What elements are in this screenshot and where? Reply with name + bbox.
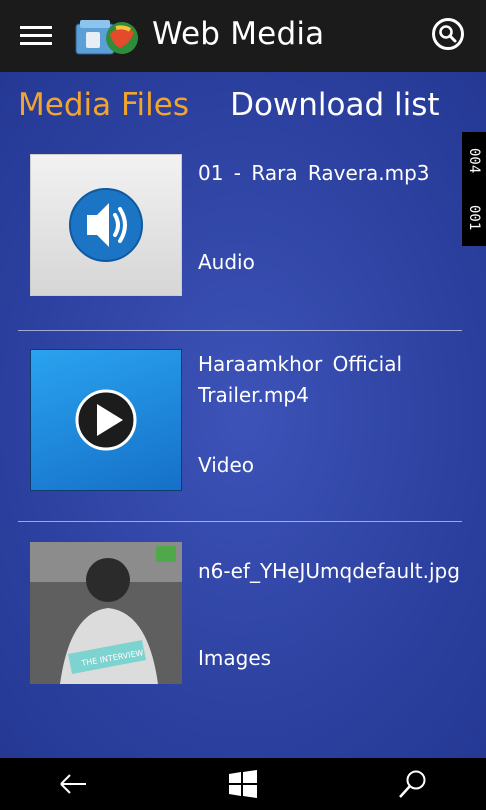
tab-download-list[interactable]: Download list <box>230 87 439 123</box>
tab-media-files[interactable]: Media Files <box>18 87 189 123</box>
side-counter: 004 001 <box>462 132 486 246</box>
media-item-type: Audio <box>198 250 255 274</box>
photo-thumbnail: THE INTERVIEW <box>30 542 182 684</box>
search-icon[interactable] <box>432 18 464 50</box>
media-item-audio[interactable]: 01 - Rara Ravera.mp3 Audio <box>18 142 462 331</box>
media-item-type: Video <box>198 453 255 477</box>
app-logo <box>75 20 138 55</box>
hamburger-menu-icon[interactable] <box>20 26 52 46</box>
side-counter-bottom: 001 <box>466 204 482 231</box>
media-item-name: n6-ef_YHeJUmqdefault.jpg <box>198 559 460 583</box>
app-title: Web Media <box>152 16 325 52</box>
video-thumbnail <box>30 349 182 491</box>
media-list: 01 - Rara Ravera.mp3 Audio Haraamkhor Of… <box>18 142 462 710</box>
side-counter-top: 004 <box>466 147 482 174</box>
media-item-name: 01 - Rara Ravera.mp3 <box>198 161 430 185</box>
person-photo: THE INTERVIEW <box>30 542 182 684</box>
media-item-image[interactable]: THE INTERVIEW n6-ef_YHeJUmqdefault.jpg I… <box>18 522 462 710</box>
back-arrow-icon[interactable] <box>56 768 90 800</box>
media-item-video[interactable]: Haraamkhor Official Trailer.mp4 Video <box>18 331 462 522</box>
windows-start-icon[interactable] <box>226 768 260 800</box>
search-icon[interactable] <box>396 768 430 800</box>
media-item-name: Haraamkhor Official Trailer.mp4 <box>198 352 403 407</box>
audio-thumbnail <box>30 154 182 296</box>
system-nav-bar <box>0 758 486 810</box>
play-icon <box>75 389 137 451</box>
app-header: Web Media <box>0 0 486 72</box>
speaker-icon <box>69 188 143 262</box>
main-content: Media Files Download list 004 001 01 - R… <box>0 72 486 758</box>
tab-bar: Media Files Download list <box>18 87 476 123</box>
media-item-type: Images <box>198 646 272 670</box>
